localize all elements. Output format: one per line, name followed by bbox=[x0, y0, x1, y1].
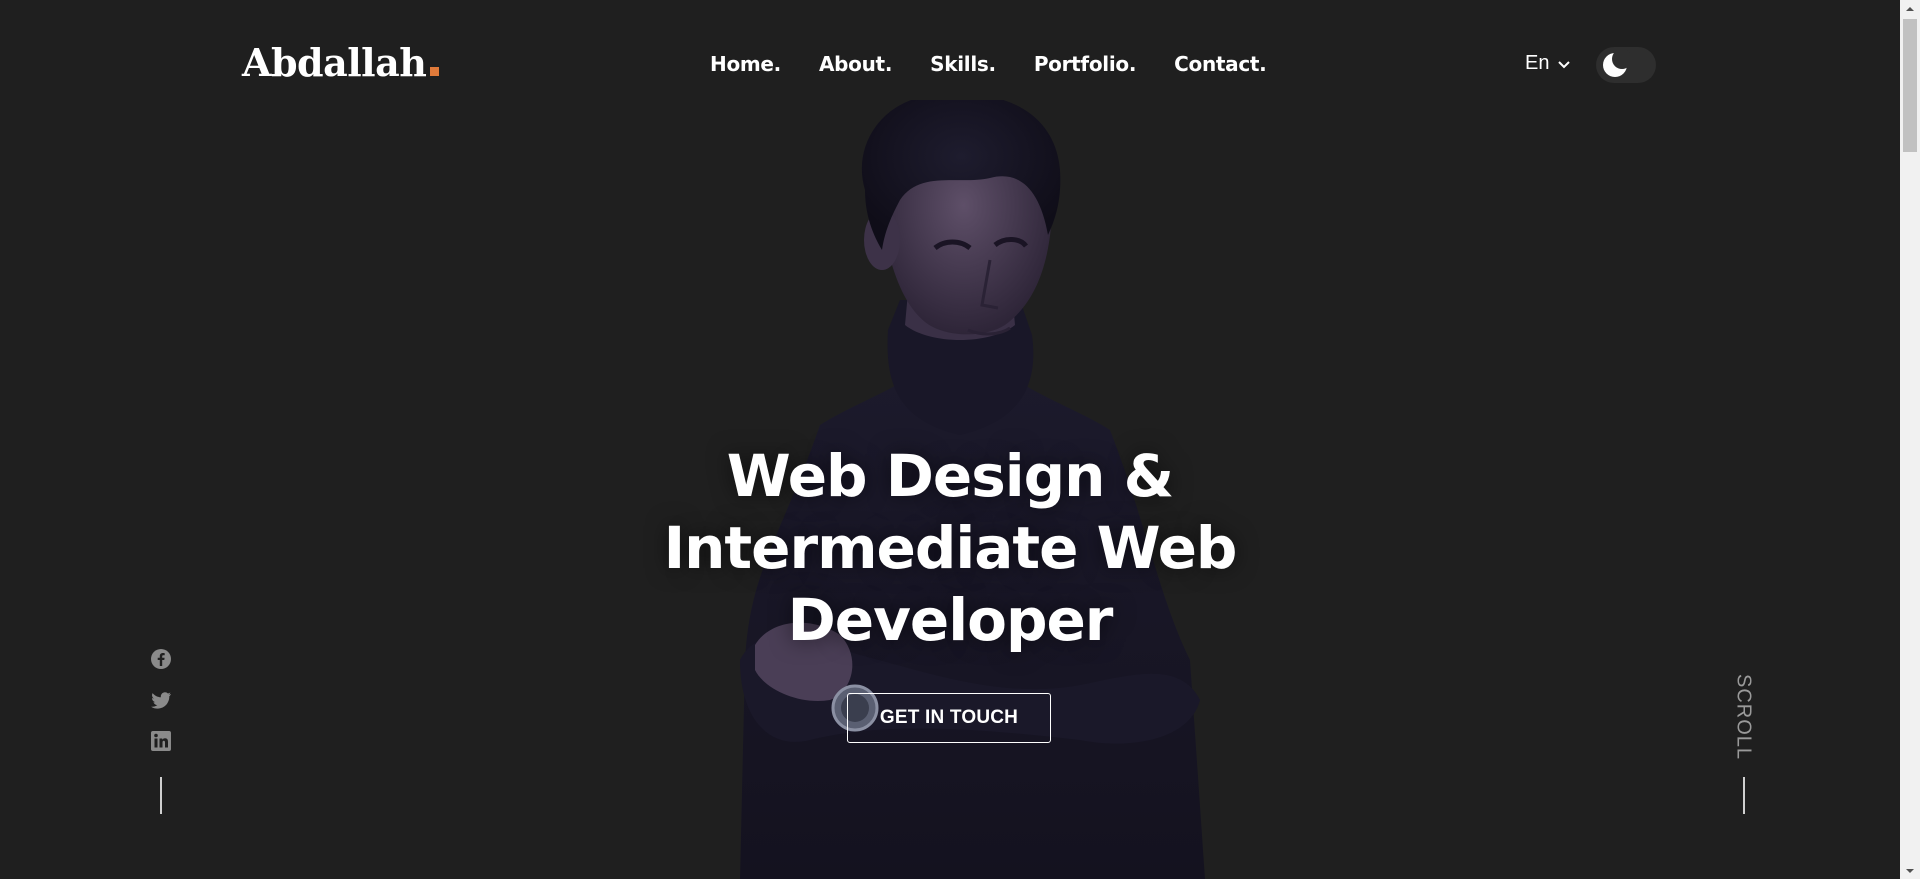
scroll-indicator[interactable]: SCROLL bbox=[1732, 672, 1755, 762]
scrollbar-thumb[interactable] bbox=[1903, 19, 1917, 152]
twitter-link[interactable] bbox=[150, 689, 172, 711]
social-divider-line bbox=[160, 777, 162, 814]
social-links bbox=[150, 648, 172, 752]
nav-contact[interactable]: Contact. bbox=[1174, 52, 1267, 76]
linkedin-icon bbox=[151, 731, 171, 751]
get-in-touch-button[interactable]: GET IN TOUCH bbox=[847, 693, 1051, 743]
nav-skills[interactable]: Skills. bbox=[930, 52, 996, 76]
facebook-link[interactable] bbox=[150, 648, 172, 670]
vertical-scrollbar[interactable] bbox=[1900, 0, 1920, 879]
hero-title-line-1: Web Design & bbox=[726, 442, 1174, 510]
nav-about[interactable]: About. bbox=[819, 52, 892, 76]
logo-accent-dot bbox=[430, 67, 440, 76]
linkedin-link[interactable] bbox=[150, 730, 172, 752]
scroll-up-arrow-icon[interactable] bbox=[1900, 0, 1920, 17]
scroll-down-arrow-icon[interactable] bbox=[1900, 862, 1920, 879]
page: Abdallah Home. About. Skills. Portfolio.… bbox=[0, 0, 1920, 879]
nav-portfolio[interactable]: Portfolio. bbox=[1034, 52, 1137, 76]
nav-home[interactable]: Home. bbox=[710, 52, 781, 76]
main-nav: Home. About. Skills. Portfolio. Contact. bbox=[710, 52, 1267, 76]
logo[interactable]: Abdallah bbox=[242, 40, 440, 85]
hero-title: Web Design & Intermediate Web Developer bbox=[570, 440, 1330, 656]
hero-title-line-3: Developer bbox=[787, 586, 1114, 654]
moon-icon bbox=[1603, 50, 1630, 77]
hero-title-line-2: Intermediate Web bbox=[663, 514, 1238, 582]
scroll-label: SCROLL bbox=[1732, 673, 1755, 761]
theme-toggle[interactable] bbox=[1596, 47, 1656, 83]
twitter-icon bbox=[151, 692, 171, 709]
facebook-icon bbox=[151, 649, 171, 669]
language-selector[interactable]: En bbox=[1525, 52, 1571, 75]
chevron-down-icon bbox=[1558, 60, 1571, 68]
logo-text: Abdallah bbox=[242, 40, 427, 85]
scroll-line bbox=[1743, 777, 1745, 814]
language-label: En bbox=[1525, 52, 1550, 74]
